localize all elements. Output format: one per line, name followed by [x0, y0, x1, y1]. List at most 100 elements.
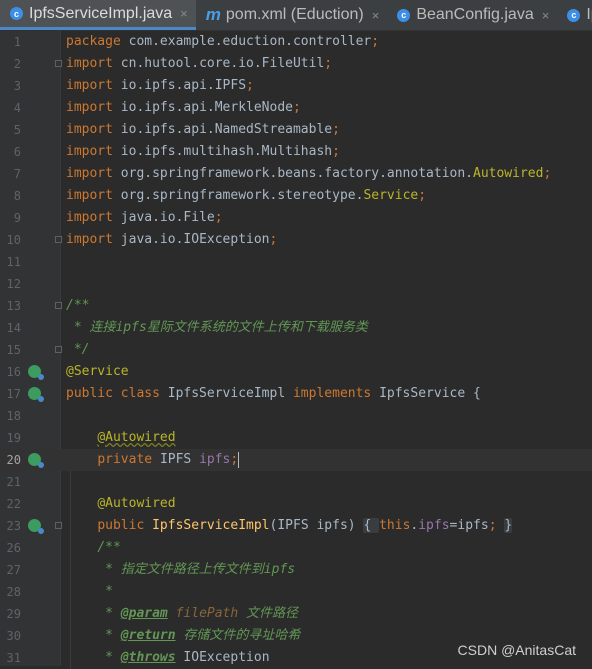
- code-line[interactable]: 20 private IPFS ipfs;: [0, 449, 592, 471]
- code-token: java.io.File: [121, 210, 215, 225]
- code-token: /**: [66, 298, 89, 313]
- tab-ipfsserviceimpl-java[interactable]: cIpfsServiceImpl.java×: [0, 0, 196, 30]
- code-line[interactable]: 16@Service: [0, 361, 592, 383]
- line-number: 9: [0, 207, 21, 229]
- tab-label: Ipfs: [586, 6, 592, 24]
- spring-bean-implements-icon[interactable]: [28, 387, 41, 400]
- code-text: * @return 存储文件的寻址哈希: [66, 625, 300, 647]
- code-line[interactable]: 18: [0, 405, 592, 427]
- line-number: 22: [0, 493, 21, 515]
- tab-pom-xml-eduction[interactable]: mpom.xml (Eduction)×: [196, 0, 388, 30]
- code-token: import: [66, 144, 121, 159]
- code-text: import cn.hutool.core.io.FileUtil;: [66, 53, 332, 75]
- code-token: org.springframework.stereotype.: [121, 188, 364, 203]
- code-token: 文件路径: [238, 606, 298, 621]
- code-token: import: [66, 56, 121, 71]
- code-token: import: [66, 188, 121, 203]
- code-line[interactable]: 2import cn.hutool.core.io.FileUtil;: [0, 53, 592, 75]
- code-token: import: [66, 166, 121, 181]
- code-line[interactable]: 23 public IpfsServiceImpl(IPFS ipfs) { t…: [0, 515, 592, 537]
- code-token: *: [66, 628, 121, 643]
- code-line[interactable]: 28 *: [0, 581, 592, 603]
- fold-marker-icon[interactable]: [55, 236, 62, 243]
- maven-icon: m: [206, 5, 221, 25]
- code-token: private: [97, 452, 160, 467]
- line-number: 27: [0, 559, 21, 581]
- editor-tab-bar: cIpfsServiceImpl.java×mpom.xml (Eduction…: [0, 0, 592, 31]
- code-line[interactable]: 5import io.ipfs.api.NamedStreamable;: [0, 119, 592, 141]
- fold-marker-icon[interactable]: [55, 522, 62, 529]
- code-token: [66, 540, 97, 555]
- code-line[interactable]: 10import java.io.IOException;: [0, 229, 592, 251]
- code-line[interactable]: 15 */: [0, 339, 592, 361]
- tab-ipfs[interactable]: cIpfs: [557, 0, 592, 30]
- code-token: *: [66, 650, 121, 665]
- line-number: 10: [0, 229, 21, 251]
- code-token: ipfs: [199, 452, 230, 467]
- code-token: ;: [418, 188, 426, 203]
- line-number: 6: [0, 141, 21, 163]
- code-line[interactable]: 21: [0, 471, 592, 493]
- code-line[interactable]: 3import io.ipfs.api.IPFS;: [0, 75, 592, 97]
- code-token: (IPFS ipfs): [270, 518, 364, 533]
- code-line[interactable]: 13 /**: [0, 295, 592, 317]
- code-line[interactable]: 12: [0, 273, 592, 295]
- code-text: public IpfsServiceImpl(IPFS ipfs) { this…: [66, 515, 512, 537]
- code-token: ;: [332, 144, 340, 159]
- code-line[interactable]: 19 @Autowired: [0, 427, 592, 449]
- code-token: public: [97, 518, 152, 533]
- code-token: ;: [293, 100, 301, 115]
- code-line[interactable]: 8import org.springframework.stereotype.S…: [0, 185, 592, 207]
- code-line[interactable]: 27 * 指定文件路径上传文件到ipfs: [0, 559, 592, 581]
- spring-bean-icon[interactable]: [28, 365, 41, 378]
- line-number: 14: [0, 317, 21, 339]
- code-text: * 指定文件路径上传文件到ipfs: [66, 559, 295, 581]
- spring-autowired-icon[interactable]: [28, 519, 41, 532]
- code-token: [168, 606, 176, 621]
- code-text: * 连接ipfs星际文件系统的文件上传和下载服务类: [66, 317, 368, 339]
- code-editor[interactable]: 1package com.example.eduction.controller…: [0, 31, 592, 666]
- code-token: [66, 518, 97, 533]
- code-token: io.ipfs.api.NamedStreamable: [121, 122, 332, 137]
- code-token: @Service: [66, 364, 129, 379]
- fold-marker-icon[interactable]: [55, 60, 62, 67]
- line-number: 3: [0, 75, 21, 97]
- code-line[interactable]: 11: [0, 251, 592, 273]
- code-line[interactable]: 7import org.springframework.beans.factor…: [0, 163, 592, 185]
- code-token: IpfsService {: [379, 386, 481, 401]
- code-token: *: [66, 584, 113, 599]
- tab-beanconfig-java[interactable]: cBeanConfig.java×: [387, 0, 557, 30]
- close-icon[interactable]: ×: [372, 8, 380, 23]
- code-token: implements: [293, 386, 379, 401]
- code-line[interactable]: 14 * 连接ipfs星际文件系统的文件上传和下载服务类: [0, 317, 592, 339]
- line-number: 12: [0, 273, 21, 295]
- close-icon[interactable]: ×: [180, 6, 188, 21]
- code-line[interactable]: 29 * @param filePath 文件路径: [0, 603, 592, 625]
- line-number: 13: [0, 295, 21, 317]
- code-token: IpfsServiceImpl: [152, 518, 269, 533]
- line-number: 26: [0, 537, 21, 559]
- close-icon[interactable]: ×: [542, 8, 550, 23]
- code-line[interactable]: 22 @Autowired: [0, 493, 592, 515]
- code-line[interactable]: 17public class IpfsServiceImpl implement…: [0, 383, 592, 405]
- code-line[interactable]: 9import java.io.File;: [0, 207, 592, 229]
- code-token: import: [66, 210, 121, 225]
- code-line[interactable]: 6import io.ipfs.multihash.Multihash;: [0, 141, 592, 163]
- code-token: io.ipfs.api.MerkleNode: [121, 100, 293, 115]
- line-number: 19: [0, 427, 21, 449]
- code-line[interactable]: 1package com.example.eduction.controller…: [0, 31, 592, 53]
- line-number: 4: [0, 97, 21, 119]
- code-token: ;: [324, 56, 332, 71]
- code-token: ;: [246, 78, 254, 93]
- line-number: 30: [0, 625, 21, 647]
- fold-marker-icon[interactable]: [55, 302, 62, 309]
- code-line[interactable]: 4import io.ipfs.api.MerkleNode;: [0, 97, 592, 119]
- code-line[interactable]: 26 /**: [0, 537, 592, 559]
- fold-marker-icon[interactable]: [55, 346, 62, 353]
- line-number: 8: [0, 185, 21, 207]
- line-number: 5: [0, 119, 21, 141]
- spring-autowired-icon[interactable]: [28, 453, 41, 466]
- line-number: 15: [0, 339, 21, 361]
- line-number: 11: [0, 251, 21, 273]
- line-number: 1: [0, 31, 21, 53]
